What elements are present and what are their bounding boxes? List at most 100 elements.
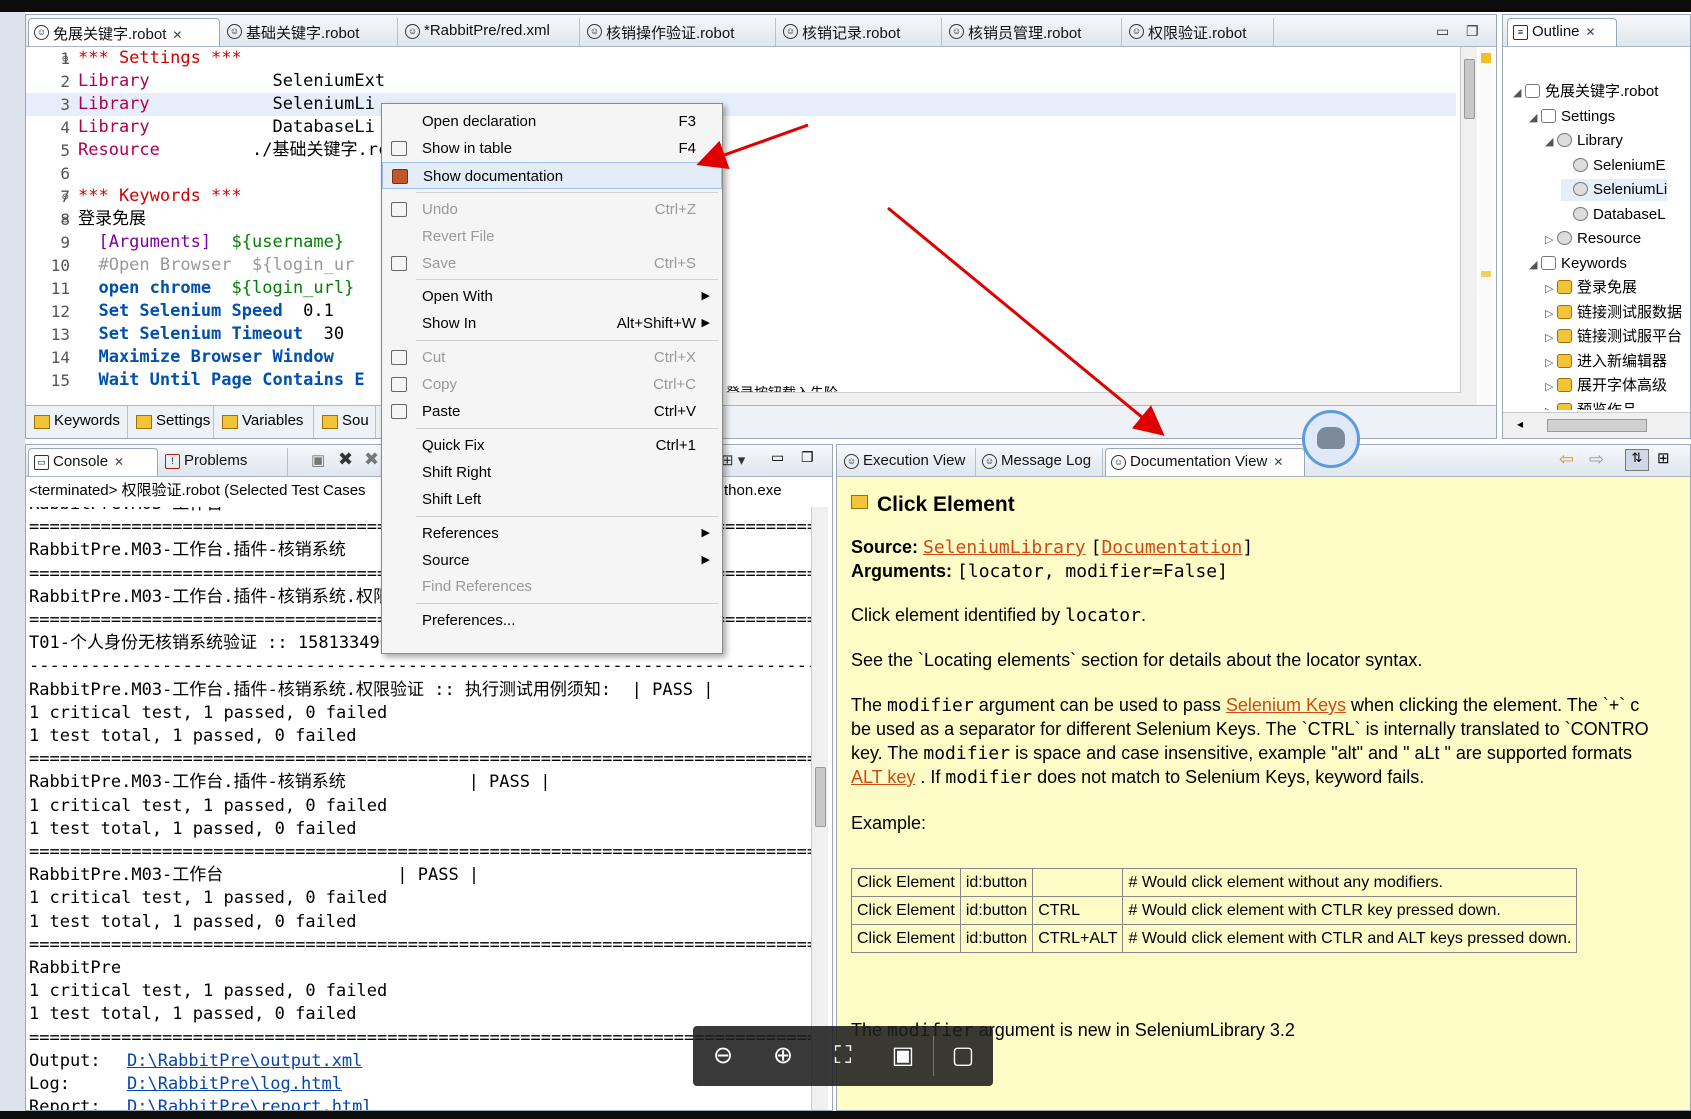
expand-icon[interactable]: ▷ [1545,303,1557,325]
tab-problems[interactable]: ! Problems [160,448,288,476]
tab-editor-file[interactable]: ☺ 权限验证.robot [1124,18,1274,46]
console-maximize-icon[interactable]: ❐ [801,449,814,466]
console-remove-all-icon[interactable]: ✖ [364,449,379,470]
editor-maximize-icon[interactable]: ❐ [1466,23,1479,40]
outline-node[interactable]: ▷ 链接测试服数据 [1545,302,1682,324]
menu-item-show-in-table[interactable]: Show in table F4 [382,135,722,162]
tab-settings[interactable]: Settings [130,406,214,438]
expand-icon[interactable]: ▷ [1545,401,1557,411]
source-library-link[interactable]: SeleniumLibrary [923,537,1086,558]
tab-console[interactable]: ▭ Console ✕ [28,448,158,476]
outline-node[interactable]: ▷ 链接测试服平台 [1545,326,1682,348]
outline-scroll-thumb[interactable] [1547,419,1647,432]
outline-node[interactable]: ▷ 预览作品 [1545,400,1637,411]
menu-item-revert-file[interactable]: Revert File [382,223,722,250]
close-icon[interactable]: ✕ [1273,455,1283,469]
tab-execution-view[interactable]: ☺ Execution View [839,448,976,476]
expand-icon[interactable]: ◢ [1513,82,1525,104]
outline-node[interactable]: ◢ Settings [1529,106,1615,128]
close-icon[interactable]: ✕ [172,28,182,42]
outline-node[interactable]: ▷ 展开字体高级 [1545,375,1667,397]
expand-icon[interactable]: ▷ [1545,229,1557,251]
doc-menu-icon[interactable]: ⊞ [1657,449,1670,467]
tab-editor-file[interactable]: ☺ 免展关键字.robot ✕ [28,18,220,46]
tab-editor-file[interactable]: ☺ 核销操作验证.robot [582,18,776,46]
selenium-keys-link[interactable]: Selenium Keys [1226,695,1346,715]
outline-node[interactable]: SeleniumE [1561,155,1666,177]
menu-item-copy[interactable]: Copy Ctrl+C [382,371,722,398]
alt-key-link[interactable]: ALT key [851,767,915,787]
outline-node[interactable]: ▷ 进入新编辑器 [1545,351,1667,373]
tab-editor-file[interactable]: ☺ 核销员管理.robot [944,18,1122,46]
menu-item-references[interactable]: References ▶ [382,520,722,547]
console-vertical-scrollbar[interactable] [811,507,828,1110]
outline-node[interactable]: ◢ Keywords [1529,253,1627,275]
comment-icon[interactable]: ▢ [933,1026,993,1086]
menu-item-open-with[interactable]: Open With ▶ [382,283,722,310]
close-icon[interactable]: ✕ [1586,25,1596,39]
menu-item-cut[interactable]: Cut Ctrl+X [382,344,722,371]
forward-icon[interactable]: ⇨ [1589,449,1604,470]
console-terminate-icon[interactable]: ✖ [338,449,353,470]
tab-message-log[interactable]: ☺ Message Log [977,448,1103,476]
log-link[interactable]: D:\RabbitPre\log.html [127,1074,342,1094]
menu-item-save[interactable]: Save Ctrl+S [382,250,722,277]
expand-icon[interactable]: ▷ [1545,352,1557,374]
expand-icon[interactable]: ▷ [1545,327,1557,349]
fold-icon[interactable]: ⊖ [62,208,69,231]
console-clear-icon[interactable]: ▣ [311,451,325,469]
menu-item-source[interactable]: Source ▶ [382,547,722,574]
menu-item-open-declaration[interactable]: Open declaration F3 [382,108,722,135]
source-documentation-link[interactable]: Documentation [1101,537,1242,558]
expand-icon[interactable]: ▷ [1545,376,1557,398]
fit-screen-icon[interactable]: ⛶ [813,1026,873,1086]
tab-editor-file[interactable]: ☺ 基础关键字.robot [222,18,398,46]
code-area[interactable]: 1 ⊖ *** Settings *** 2 Library SeleniumExt 3 L… [26,47,1458,405]
zoom-out-icon[interactable]: ⊖ [693,1026,753,1086]
report-link[interactable]: D:\RabbitPre\report.html [127,1097,373,1110]
tab-editor-file[interactable]: ☺ 核销记录.robot [778,18,942,46]
fold-icon[interactable]: ⊖ [62,47,69,70]
tab-variables[interactable]: Variables [216,406,314,438]
tab-outline[interactable]: ≡ Outline ✕ [1507,18,1617,46]
close-icon[interactable]: ✕ [114,455,124,469]
fold-icon[interactable]: ⊖ [62,185,69,208]
tab-editor-file[interactable]: ☺ *RabbitPre/red.xml [400,18,580,46]
expand-icon[interactable]: ▷ [1545,278,1557,300]
console-minimize-icon[interactable]: ▭ [771,449,784,466]
outline-node[interactable]: ◢ Library [1545,130,1623,152]
console-open-icon[interactable]: ⊞ ▾ [721,451,745,469]
menu-item-paste[interactable]: Paste Ctrl+V [382,398,722,425]
menu-item-quick-fix[interactable]: Quick Fix Ctrl+1 [382,432,722,459]
menu-item-show-documentation[interactable]: Show documentation [382,161,722,189]
outline-node[interactable]: ▷ Resource [1545,228,1641,250]
tab-source[interactable]: Sou [316,406,376,438]
console-scroll-thumb[interactable] [815,767,826,827]
expand-icon[interactable]: ◢ [1545,131,1557,153]
tab-keywords[interactable]: Keywords [28,406,128,438]
menu-item-show-in[interactable]: Show In Alt+Shift+W ▶ [382,310,722,337]
zoom-in-icon[interactable]: ⊕ [753,1026,813,1086]
editor-scroll-thumb[interactable] [1464,59,1475,119]
editor-vertical-scrollbar[interactable] [1460,47,1477,407]
back-icon[interactable]: ⇦ [1559,449,1574,470]
tab-documentation-view[interactable]: ☺ Documentation View ✕ [1105,448,1305,476]
output-link[interactable]: D:\RabbitPre\output.xml [127,1051,362,1071]
menu-item-undo[interactable]: Undo Ctrl+Z [382,196,722,223]
menu-item-find-references[interactable]: Find References [382,573,722,600]
outline-horizontal-scrollbar[interactable]: ◂ [1503,412,1690,438]
scroll-left-icon[interactable]: ◂ [1517,417,1523,431]
outline-node[interactable]: ◢ 免展关键字.robot [1513,81,1658,103]
outline-node[interactable]: DatabaseL [1561,204,1666,226]
outline-node[interactable]: SeleniumLi [1561,179,1668,201]
expand-icon[interactable]: ◢ [1529,254,1541,276]
link-with-editor-icon[interactable]: ⇅ [1625,449,1649,471]
menu-item-shift-right[interactable]: Shift Right [382,459,722,486]
present-icon[interactable]: ▣ [873,1026,933,1086]
menu-item-shift-left[interactable]: Shift Left [382,486,722,513]
menu-item-preferences[interactable]: Preferences... [382,607,722,634]
editor-minimize-icon[interactable]: ▭ [1436,23,1449,40]
expand-icon[interactable]: ◢ [1529,107,1541,129]
outline-node[interactable]: ▷ 登录免展 [1545,277,1637,299]
assistant-avatar[interactable] [1302,410,1360,468]
